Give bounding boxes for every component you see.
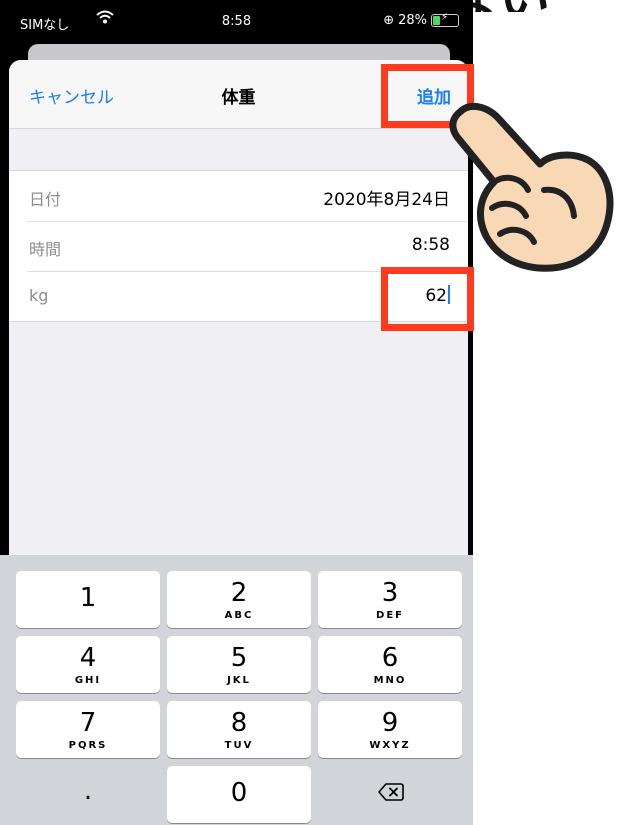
key-letters: JKL	[227, 675, 251, 686]
key-letters: MNO	[373, 675, 407, 686]
date-row[interactable]: 日付 2020年8月24日	[9, 171, 468, 221]
date-label: 日付	[29, 190, 62, 209]
key-7[interactable]: 7 PQRS	[16, 701, 160, 758]
key-digit: 9	[381, 708, 399, 738]
weight-label: kg	[29, 286, 49, 305]
status-bar: SIMなし 8:58 ⊕ 28% ⚡	[0, 8, 473, 38]
key-0[interactable]: 0	[167, 766, 311, 823]
key-digit: .	[83, 776, 93, 806]
key-digit: 7	[79, 708, 97, 738]
orientation-lock-icon: ⊕	[383, 13, 395, 28]
key-letters: GHI	[74, 675, 102, 686]
key-digit: 3	[381, 578, 399, 608]
key-digit: 5	[230, 643, 248, 673]
key-5[interactable]: 5 JKL	[167, 636, 311, 693]
backspace-key[interactable]	[318, 766, 462, 823]
pointing-hand-icon	[448, 98, 616, 282]
key-2[interactable]: 2 ABC	[167, 571, 311, 628]
time-label: 時間	[29, 240, 62, 259]
backspace-icon	[378, 782, 404, 806]
key-letters: PQRS	[68, 740, 108, 751]
time-value: 8:58	[411, 235, 450, 255]
key-digit: 1	[79, 583, 97, 613]
status-right: ⊕ 28% ⚡	[383, 12, 459, 28]
numeric-keypad: 1 2 ABC 3 DEF 4 GHI 5 JKL 6 MNO 7 PQRS 8…	[0, 555, 473, 825]
key-4[interactable]: 4 GHI	[16, 636, 160, 693]
key-digit: 6	[381, 643, 399, 673]
key-9[interactable]: 9 WXYZ	[318, 701, 462, 758]
time-row[interactable]: 時間 8:58	[9, 221, 468, 271]
key-letters: WXYZ	[369, 740, 411, 751]
key-digit: 8	[230, 708, 248, 738]
key-6[interactable]: 6 MNO	[318, 636, 462, 693]
key-decimal[interactable]: .	[16, 766, 160, 823]
key-digit: 2	[230, 578, 248, 608]
date-value: 2020年8月24日	[323, 190, 450, 210]
key-3[interactable]: 3 DEF	[318, 571, 462, 628]
key-8[interactable]: 8 TUV	[167, 701, 311, 758]
key-digit: 4	[79, 643, 97, 673]
battery-icon: ⚡	[431, 12, 459, 27]
key-letters: ABC	[224, 610, 254, 621]
key-1[interactable]: 1	[16, 571, 160, 628]
key-letters: TUV	[224, 740, 254, 751]
battery-percent: 28%	[398, 13, 427, 28]
key-digit: 0	[230, 778, 248, 808]
key-letters: DEF	[376, 610, 404, 621]
